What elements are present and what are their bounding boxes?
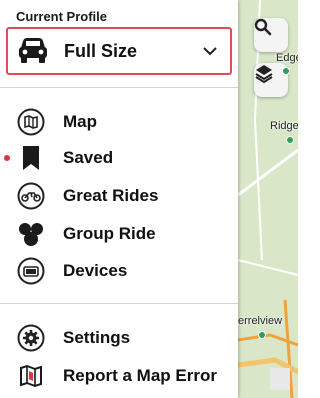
menu-item-saved[interactable]: Saved [0, 141, 238, 175]
divider [0, 87, 238, 88]
map-place-marker [258, 329, 268, 341]
menu-item-group-ride[interactable]: Group Ride [0, 217, 238, 251]
group-icon [16, 219, 46, 249]
map-place-marker [286, 134, 296, 146]
current-profile-heading: Current Profile [16, 9, 108, 24]
map-place-label[interactable]: errelview [238, 315, 282, 327]
menu-item-label: Devices [63, 261, 128, 280]
menu-item-label: Group Ride [63, 224, 156, 243]
motorcycle-icon [16, 181, 46, 211]
profile-selector[interactable]: Full Size [6, 27, 232, 75]
menu-item-label: Report a Map Error [63, 366, 217, 385]
navigation-drawer: Current Profile Full Size Map Saved Grea… [0, 0, 238, 398]
divider [0, 303, 238, 304]
menu-item-label: Saved [63, 148, 114, 167]
bookmark-icon [16, 143, 46, 173]
menu-item-label: Map [63, 112, 97, 131]
menu-item-devices[interactable]: Devices [0, 254, 238, 288]
menu-item-map[interactable]: Map [0, 105, 238, 139]
gear-icon [16, 323, 46, 353]
map-place-label[interactable]: Ridge [270, 120, 298, 132]
device-icon [16, 256, 46, 286]
chevron-down-icon [202, 43, 218, 59]
menu-item-great-rides[interactable]: Great Rides [0, 179, 238, 213]
map-place-marker [282, 65, 292, 77]
map-place-label[interactable]: Edge [276, 52, 298, 64]
menu-item-label: Settings [63, 328, 131, 347]
notification-dot [4, 155, 10, 161]
report-map-icon [16, 361, 46, 391]
menu-item-report-map-error[interactable]: Report a Map Error [0, 359, 238, 393]
car-icon [16, 36, 50, 66]
map-icon [16, 107, 46, 137]
profile-name: Full Size [64, 40, 138, 61]
menu-item-settings[interactable]: Settings [0, 321, 238, 355]
map-search-button[interactable] [254, 18, 288, 52]
menu-item-label: Great Rides [63, 186, 159, 205]
